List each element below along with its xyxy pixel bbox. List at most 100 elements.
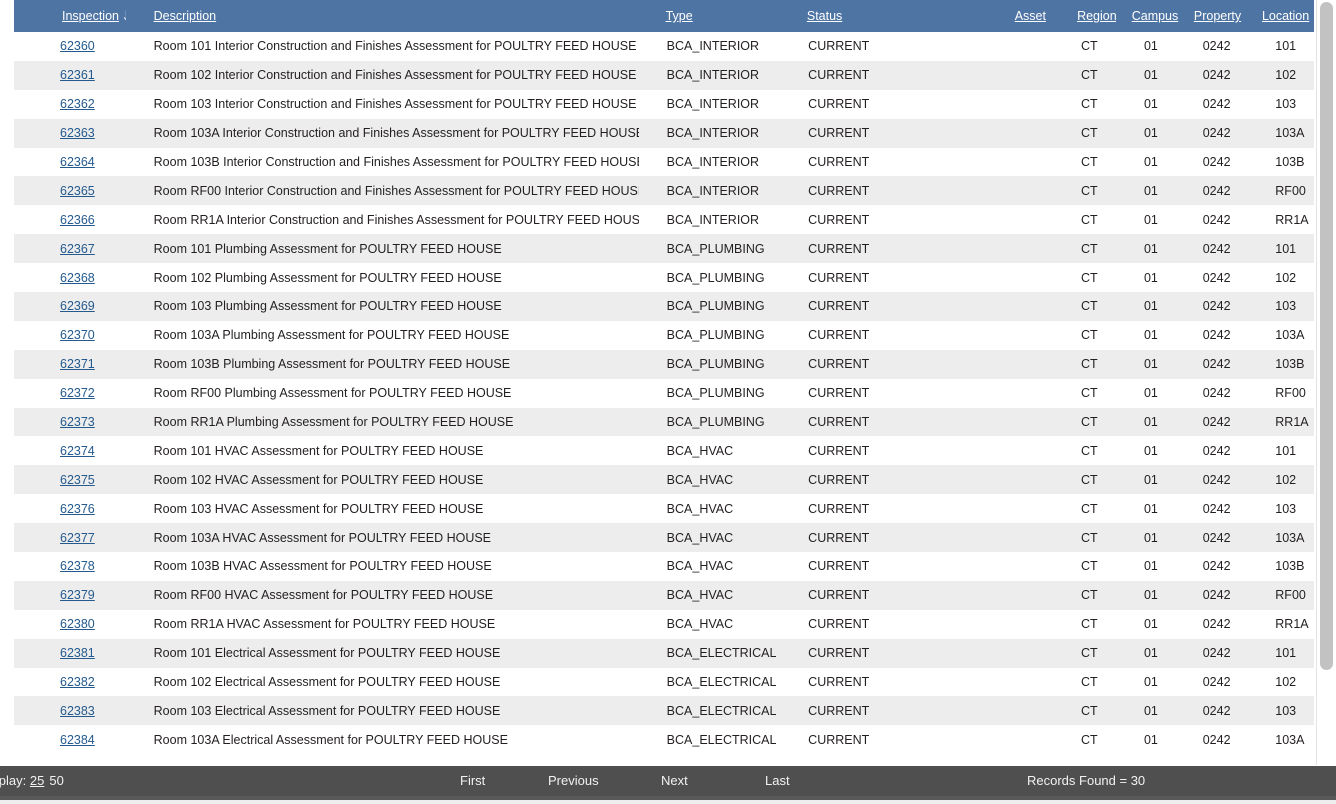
cell-campus: 01 [1143, 357, 1158, 372]
inspection-link[interactable]: 62373 [60, 415, 95, 429]
cell-location: RF00 [1275, 588, 1306, 603]
cell-type: BCA_ELECTRICAL [666, 732, 777, 747]
cell-region: CT [1081, 703, 1098, 718]
cell-campus: 01 [1143, 299, 1158, 314]
cell-property: 0242 [1202, 212, 1231, 227]
table-row: 62372 Room RF00 Plumbing Assessment for P… [14, 378, 1314, 408]
column-header-inspection[interactable]: Inspection ⇊ [14, 9, 126, 23]
column-header-property[interactable]: Property [1182, 9, 1246, 23]
inspection-link[interactable]: 62374 [60, 444, 95, 458]
cell-property: 0242 [1202, 299, 1231, 314]
inspection-link[interactable]: 62375 [60, 473, 95, 487]
inspection-link[interactable]: 62372 [60, 386, 95, 400]
cell-region: CT [1081, 732, 1098, 747]
inspection-link[interactable]: 62379 [60, 588, 95, 602]
cell-type: BCA_INTERIOR [666, 155, 760, 169]
cell-region: CT [1081, 415, 1098, 430]
cell-campus: 01 [1143, 415, 1158, 430]
column-header-inspection-label[interactable]: Inspection [62, 9, 119, 23]
pagination-last-button[interactable]: Last [765, 766, 790, 796]
table-row: 62363 Room 103A Interior Construction and… [14, 118, 1314, 148]
column-header-asset[interactable]: Asset [913, 9, 1059, 23]
cell-status: CURRENT [808, 501, 870, 516]
inspection-link[interactable]: 62361 [60, 68, 95, 82]
column-header-status-label[interactable]: Status [807, 9, 842, 23]
cell-status: CURRENT [808, 443, 870, 458]
column-header-type[interactable]: Type [638, 9, 785, 23]
cell-inspection: 62374 [14, 444, 126, 458]
pagination-first-button[interactable]: First [460, 766, 485, 796]
cell-type: BCA_HVAC [666, 472, 734, 487]
table-row: 62368 Room 102 Plumbing Assessment for PO… [14, 263, 1314, 293]
table-row: 62374 Room 101 HVAC Assessment for POULTR… [14, 436, 1314, 466]
inspection-link[interactable]: 62383 [60, 704, 95, 718]
cell-description: Room 103B Plumbing Assessment for POULTR… [153, 357, 511, 372]
inspection-link[interactable]: 62371 [60, 357, 95, 371]
column-header-location[interactable]: Location [1246, 9, 1314, 23]
inspection-link[interactable]: 62376 [60, 502, 95, 516]
cell-inspection: 62382 [14, 675, 126, 689]
column-header-location-label[interactable]: Location [1262, 9, 1309, 23]
cell-region: CT [1081, 646, 1098, 661]
cell-campus: 01 [1143, 472, 1158, 487]
pagination-previous-button[interactable]: Previous [548, 766, 599, 796]
column-header-description[interactable]: Description [126, 9, 638, 23]
vertical-scrollbar[interactable] [1316, 0, 1336, 765]
column-header-region[interactable]: Region [1059, 9, 1116, 23]
page-size-50-link[interactable]: 50 [49, 773, 63, 788]
vertical-scrollbar-thumb[interactable] [1320, 2, 1333, 670]
inspection-link[interactable]: 62378 [60, 559, 95, 573]
inspection-link[interactable]: 62367 [60, 242, 95, 256]
inspection-link[interactable]: 62377 [60, 531, 95, 545]
column-header-property-label[interactable]: Property [1194, 9, 1241, 23]
cell-region: CT [1081, 270, 1098, 285]
cell-type: BCA_INTERIOR [666, 97, 760, 112]
inspection-link[interactable]: 62360 [60, 39, 95, 53]
inspection-link[interactable]: 62368 [60, 271, 95, 285]
cell-inspection: 62368 [14, 271, 126, 285]
column-header-description-label[interactable]: Description [154, 9, 217, 23]
inspection-link[interactable]: 62369 [60, 299, 95, 313]
pagination-previous-label[interactable]: Previous [548, 773, 599, 788]
pagination-next-label[interactable]: Next [661, 773, 688, 788]
inspection-link[interactable]: 62364 [60, 155, 95, 169]
window-bottom-edge [0, 800, 1336, 804]
inspection-link[interactable]: 62362 [60, 97, 95, 111]
table-row: 62365 Room RF00 Interior Construction and… [14, 176, 1314, 206]
cell-location: 101 [1275, 646, 1297, 661]
cell-description: Room 103B HVAC Assessment for POULTRY FE… [153, 559, 492, 574]
pagination-next-button[interactable]: Next [661, 766, 688, 796]
table-row: 62378 Room 103B HVAC Assessment for POULT… [14, 552, 1314, 581]
cell-type: BCA_HVAC [666, 501, 734, 516]
inspection-link[interactable]: 62365 [60, 184, 95, 198]
cell-type: BCA_PLUMBING [666, 328, 765, 343]
column-header-campus[interactable]: Campus [1116, 9, 1182, 23]
inspection-link[interactable]: 62381 [60, 646, 95, 660]
inspection-link[interactable]: 62363 [60, 126, 95, 140]
cell-region: CT [1081, 501, 1098, 516]
cell-region: CT [1081, 386, 1098, 401]
inspection-link[interactable]: 62370 [60, 328, 95, 342]
inspection-link[interactable]: 62382 [60, 675, 95, 689]
cell-type: BCA_PLUMBING [666, 270, 765, 285]
cell-location: 103B [1275, 357, 1305, 372]
page-size-25-link[interactable]: 25 [30, 773, 44, 788]
pagination-last-label[interactable]: Last [765, 773, 790, 788]
column-header-asset-label[interactable]: Asset [1015, 9, 1046, 23]
column-header-status[interactable]: Status [785, 9, 913, 23]
cell-campus: 01 [1143, 559, 1158, 574]
cell-description: Room RR1A Interior Construction and Fini… [153, 212, 639, 227]
cell-type: BCA_ELECTRICAL [666, 703, 777, 718]
cell-campus: 01 [1143, 328, 1158, 343]
pagination-first-label[interactable]: First [460, 773, 485, 788]
inspection-link[interactable]: 62384 [60, 733, 95, 747]
inspection-link[interactable]: 62380 [60, 617, 95, 631]
column-header-type-label[interactable]: Type [666, 9, 693, 23]
cell-description: Room 102 Electrical Assessment for POULT… [153, 675, 501, 690]
sort-descending-icon[interactable]: ⇊ [123, 9, 126, 23]
inspection-results-page: Inspection ⇊ Description Type Status Asse… [0, 0, 1336, 804]
column-header-campus-label[interactable]: Campus [1132, 9, 1179, 23]
cell-location: RR1A [1275, 415, 1309, 430]
inspection-link[interactable]: 62366 [60, 213, 95, 227]
column-header-region-label[interactable]: Region [1077, 9, 1116, 23]
